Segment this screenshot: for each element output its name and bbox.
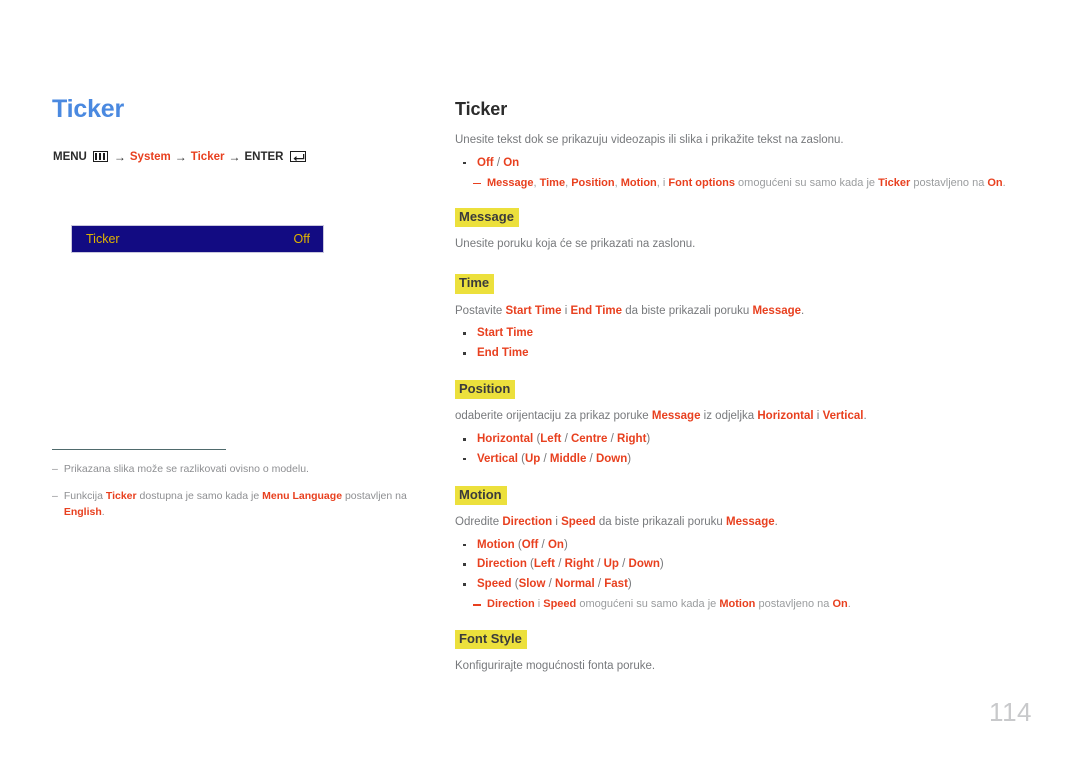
section-description: Unesite poruku koja će se prikazati na z… — [455, 238, 696, 251]
footnote-text: Prikazana slika može se razlikovati ovis… — [63, 463, 309, 476]
enter-return-icon — [290, 151, 307, 162]
bullet-item: Horizontal (Left / Centre / Right) — [455, 430, 1015, 450]
intro-text: Unesite tekst dok se prikazuju videozapi… — [455, 134, 844, 146]
menu-bars-icon — [92, 151, 108, 162]
bullet-item: Off / On — [455, 154, 1015, 174]
bullet-item: Speed (Slow / Normal / Fast) — [455, 575, 1015, 595]
bullet-item: Start Time — [455, 324, 1015, 344]
section-subnote: Direction i Speed omogućeni su samo kada… — [455, 596, 1015, 614]
path-item-system: System — [129, 150, 171, 163]
path-item-ticker: Ticker — [190, 150, 225, 163]
intro-bullet-list: Off / On — [455, 154, 1015, 174]
osd-item-value: Off — [293, 232, 310, 246]
section-bullet-list: Horizontal (Left / Centre / Right) Vertic… — [455, 430, 1015, 470]
enter-label: ENTER — [244, 150, 284, 163]
menu-path-breadcrumb: MENU → System → Ticker → ENTER — [53, 150, 427, 164]
left-footnotes: – Prikazana slika može se razlikovati ovi… — [52, 449, 432, 532]
path-arrow-3: → — [228, 149, 241, 164]
footnote-dash: – — [52, 463, 58, 476]
footnote-text: Funkcija Ticker dostupna je samo kada je… — [63, 490, 407, 518]
footnote-dash: – — [52, 490, 58, 503]
section-heading: Message — [455, 208, 519, 228]
path-arrow-2: → — [174, 149, 187, 164]
bullet-item: End Time — [455, 344, 1015, 364]
section-bullet-list: Start Time End Time — [455, 324, 1015, 364]
section-heading: Time — [455, 274, 495, 294]
page-title-left: Ticker — [52, 95, 125, 123]
section-bullet-list: Motion (Off / On) Direction (Left / Right… — [455, 536, 1015, 595]
left-column: Ticker MENU → System → Ticker → ENTER — [52, 95, 427, 164]
section-description: Postavite Start Time i End Time da biste… — [455, 304, 805, 317]
path-arrow-1: → — [113, 149, 126, 164]
right-column: Ticker Unesite tekst dok se prikazuju vi… — [455, 99, 1015, 680]
menu-label: MENU — [53, 150, 87, 163]
bullet-item: Vertical (Up / Middle / Down) — [455, 450, 1015, 470]
footnote-divider — [52, 449, 226, 451]
section-heading: Motion — [455, 485, 507, 505]
section-description: Odredite Direction i Speed da biste prik… — [455, 515, 778, 528]
section-heading: Position — [455, 379, 516, 400]
section-description: odaberite orijentaciju za prikaz poruke … — [455, 410, 867, 423]
footnote-item: – Prikazana slika može se razlikovati ovi… — [52, 462, 432, 478]
bullet-item: Motion (Off / On) — [455, 536, 1015, 556]
page-title-right: Ticker — [455, 99, 508, 119]
osd-menu-row-ticker[interactable]: Ticker Off — [71, 225, 324, 253]
bullet-item: Direction (Left / Right / Up / Down) — [455, 555, 1015, 575]
section-description: Konfigurirajte mogućnosti fonta poruke. — [455, 659, 656, 672]
intro-subnote: Message, Time, Position, Motion, i Font … — [455, 175, 1015, 193]
section-heading: Font Style — [455, 629, 527, 649]
footnote-item: – Funkcija Ticker dostupna je samo kada j… — [52, 489, 432, 521]
page-number: 114 — [989, 697, 1032, 727]
osd-item-label: Ticker — [86, 232, 120, 246]
